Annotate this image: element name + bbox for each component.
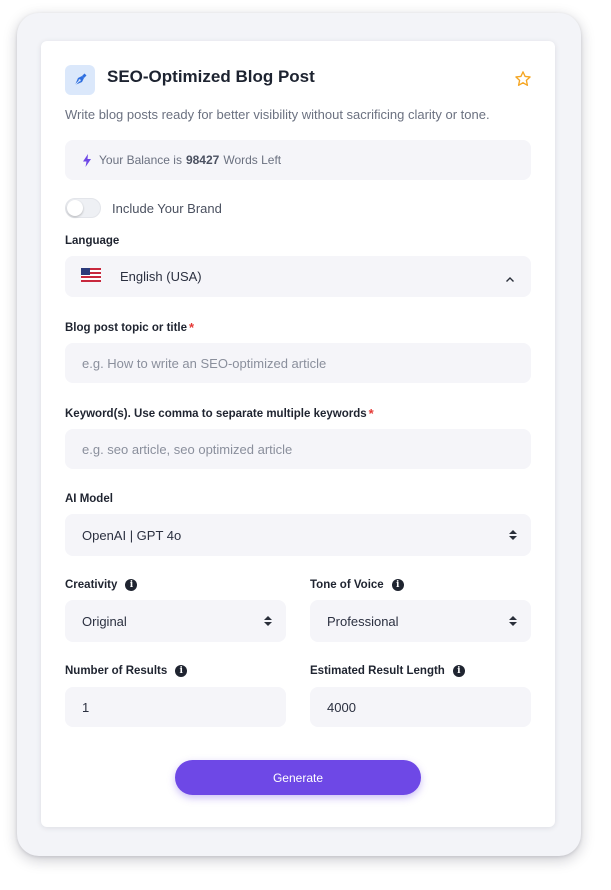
info-icon[interactable]: i (391, 579, 404, 591)
length-label: Estimated Result Length i (310, 665, 465, 677)
keywords-label-text: Keyword(s). Use comma to separate multip… (65, 407, 367, 420)
length-value: 4000 (327, 699, 356, 715)
topic-input[interactable]: e.g. How to write an SEO-optimized artic… (65, 343, 531, 383)
language-select[interactable]: English (USA) (65, 256, 531, 297)
tone-value: Professional (327, 613, 399, 629)
topic-label: Blog post topic or title * (65, 320, 194, 335)
results-input[interactable]: 1 (65, 687, 286, 727)
language-value: English (USA) (120, 269, 202, 284)
brand-toggle[interactable] (65, 198, 101, 218)
length-input[interactable]: 4000 (310, 687, 531, 727)
creativity-label: Creativity i (65, 579, 138, 591)
results-label: Number of Results i (65, 665, 188, 677)
sort-arrows-icon (509, 530, 517, 540)
keywords-placeholder: e.g. seo article, seo optimized article (82, 441, 293, 457)
balance-banner: Your Balance is 98427 Words Left (65, 140, 531, 180)
balance-suffix: Words Left (223, 153, 282, 167)
chevron-up-icon (505, 271, 515, 286)
page-subtitle: Write blog posts ready for better visibi… (65, 107, 490, 122)
ai-model-label-text: AI Model (65, 493, 113, 505)
toggle-knob (67, 200, 83, 216)
generate-button[interactable]: Generate (175, 760, 421, 795)
ai-model-label: AI Model (65, 493, 113, 505)
length-label-text: Estimated Result Length (310, 665, 445, 677)
pen-nib-icon (65, 65, 95, 95)
star-icon[interactable] (514, 70, 532, 88)
tone-select[interactable]: Professional (310, 600, 531, 642)
required-mark: * (368, 406, 374, 421)
language-label: Language (65, 235, 119, 247)
language-label-text: Language (65, 235, 120, 247)
brand-toggle-label: Include Your Brand (112, 201, 222, 216)
results-label-text: Number of Results (65, 665, 168, 677)
info-icon[interactable]: i (175, 665, 188, 677)
info-icon[interactable]: i (125, 579, 138, 591)
us-flag-icon (81, 268, 101, 285)
keywords-input[interactable]: e.g. seo article, seo optimized article (65, 429, 531, 469)
ai-model-value: OpenAI | GPT 4o (82, 527, 182, 543)
ai-model-select[interactable]: OpenAI | GPT 4o (65, 514, 531, 556)
topic-label-text: Blog post topic or title (65, 321, 188, 334)
balance-amount: 98427 (185, 153, 220, 167)
creativity-select[interactable]: Original (65, 600, 286, 642)
topic-placeholder: e.g. How to write an SEO-optimized artic… (82, 355, 327, 371)
sort-arrows-icon (264, 616, 272, 626)
sort-arrows-icon (509, 616, 517, 626)
page-title: SEO-Optimized Blog Post (107, 67, 315, 86)
tone-label: Tone of Voice i (310, 579, 404, 591)
creativity-value: Original (82, 613, 127, 629)
creativity-label-text: Creativity (65, 579, 118, 591)
keywords-label: Keyword(s). Use comma to separate multip… (65, 406, 374, 421)
info-icon[interactable]: i (452, 665, 465, 677)
tone-label-text: Tone of Voice (310, 579, 384, 591)
required-mark: * (189, 320, 195, 335)
bolt-icon (83, 153, 91, 167)
results-value: 1 (82, 699, 90, 715)
balance-prefix: Your Balance is (99, 153, 182, 167)
